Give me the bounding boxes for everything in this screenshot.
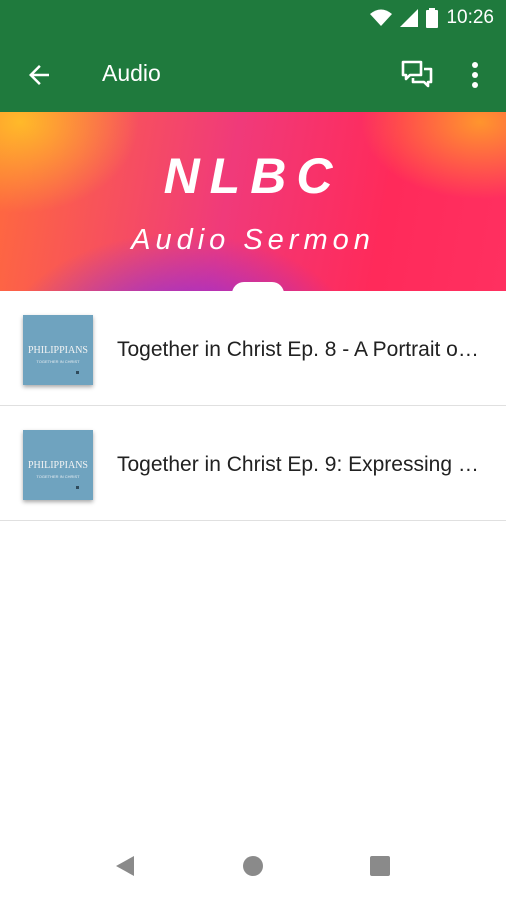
episode-title: Together in Christ Ep. 9: Expressing Our… — [117, 453, 482, 476]
banner-handle — [232, 282, 284, 291]
status-bar: 10:26 — [0, 0, 506, 36]
nav-recents-icon[interactable] — [370, 856, 390, 876]
arrow-back-icon[interactable] — [24, 60, 54, 90]
episode-list: PHILIPPIANS TOGETHER IN CHRIST Together … — [0, 291, 506, 521]
app-bar: Audio — [0, 36, 506, 112]
battery-icon — [426, 8, 439, 28]
thumbnail-title: PHILIPPIANS — [27, 345, 88, 356]
sermon-banner: NLBC Audio Sermon — [0, 112, 506, 291]
chat-icon[interactable] — [400, 58, 434, 92]
banner-title: NLBC — [163, 148, 343, 204]
signal-icon — [400, 9, 419, 27]
page-title: Audio — [102, 60, 161, 86]
thumbnail-mark — [76, 371, 79, 374]
list-item[interactable]: PHILIPPIANS TOGETHER IN CHRIST Together … — [0, 291, 506, 406]
wifi-icon — [370, 9, 393, 26]
thumbnail-mark — [76, 486, 79, 489]
episode-thumbnail: PHILIPPIANS TOGETHER IN CHRIST — [23, 430, 93, 500]
thumbnail-subtitle: TOGETHER IN CHRIST — [36, 474, 80, 479]
thumbnail-subtitle: TOGETHER IN CHRIST — [36, 359, 80, 364]
status-time: 10:26 — [446, 7, 494, 28]
thumbnail-title: PHILIPPIANS — [27, 460, 88, 471]
episode-thumbnail: PHILIPPIANS TOGETHER IN CHRIST — [23, 315, 93, 385]
banner-subtitle: Audio Sermon — [131, 224, 375, 256]
nav-back-icon[interactable] — [114, 854, 138, 878]
nav-home-icon[interactable] — [243, 856, 263, 876]
status-icons: 10:26 — [370, 6, 494, 30]
system-nav-bar — [0, 828, 506, 900]
list-item[interactable]: PHILIPPIANS TOGETHER IN CHRIST Together … — [0, 406, 506, 521]
episode-title: Together in Christ Ep. 8 - A Portrait of… — [117, 338, 482, 361]
more-vert-icon[interactable] — [462, 58, 488, 92]
